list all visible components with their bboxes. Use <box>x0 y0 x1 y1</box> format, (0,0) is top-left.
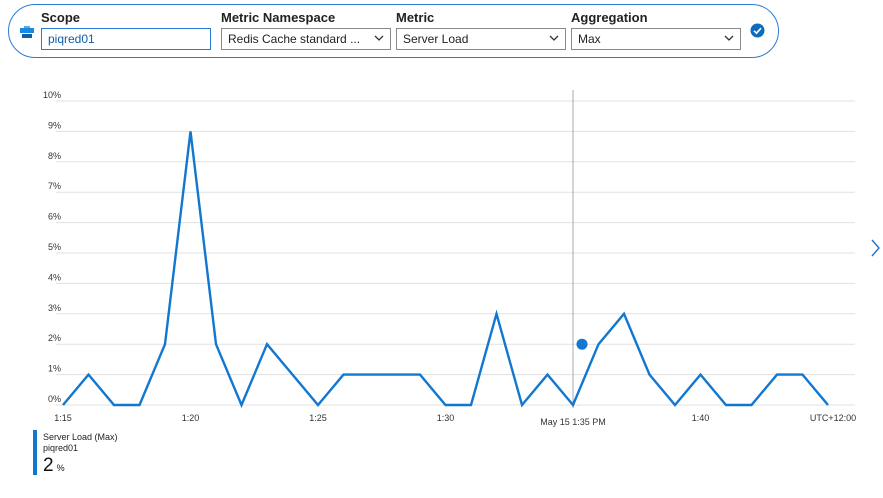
legend-value-block: 2% <box>43 455 163 479</box>
y-tick-label: 4% <box>48 272 61 282</box>
y-tick-label: 7% <box>48 181 61 191</box>
legend-unit: % <box>56 463 65 473</box>
legend-series-color <box>33 430 37 475</box>
y-tick-label: 3% <box>48 303 61 313</box>
legend-value: 2 <box>43 455 54 476</box>
y-tick-label: 5% <box>48 242 61 252</box>
y-tick-label: 6% <box>48 212 61 222</box>
legend-resource: piqred01 <box>43 443 79 453</box>
x-tick-label: 1:20 <box>182 413 200 423</box>
y-tick-label: 2% <box>48 333 61 343</box>
y-tick-label: 0% <box>48 394 61 404</box>
hover-point <box>576 338 588 350</box>
y-tick-label: 9% <box>48 120 61 130</box>
y-tick-label: 10% <box>43 90 61 100</box>
x-tick-label: 1:30 <box>437 413 455 423</box>
server-load-chart[interactable]: 0% 1% 2% 3% 4% 5% 6% 7% 8% 9% 10% 1:15 1:20 1:25 1:30 1… <box>0 0 883 430</box>
legend-series-name: Server Load (Max) <box>43 432 118 442</box>
hover-time-label: May 15 1:35 PM <box>540 417 606 427</box>
timezone-label: UTC+12:00 <box>810 413 856 423</box>
x-tick-label: 1:15 <box>54 413 72 423</box>
chevron-right-icon[interactable] <box>869 238 881 258</box>
legend-text: Server Load (Max) piqred01 2% <box>43 432 163 479</box>
series-line <box>62 131 829 409</box>
y-tick-label: 1% <box>48 364 61 374</box>
y-tick-label: 8% <box>48 151 61 161</box>
x-tick-label: 1:40 <box>692 413 710 423</box>
x-tick-label: 1:25 <box>309 413 327 423</box>
